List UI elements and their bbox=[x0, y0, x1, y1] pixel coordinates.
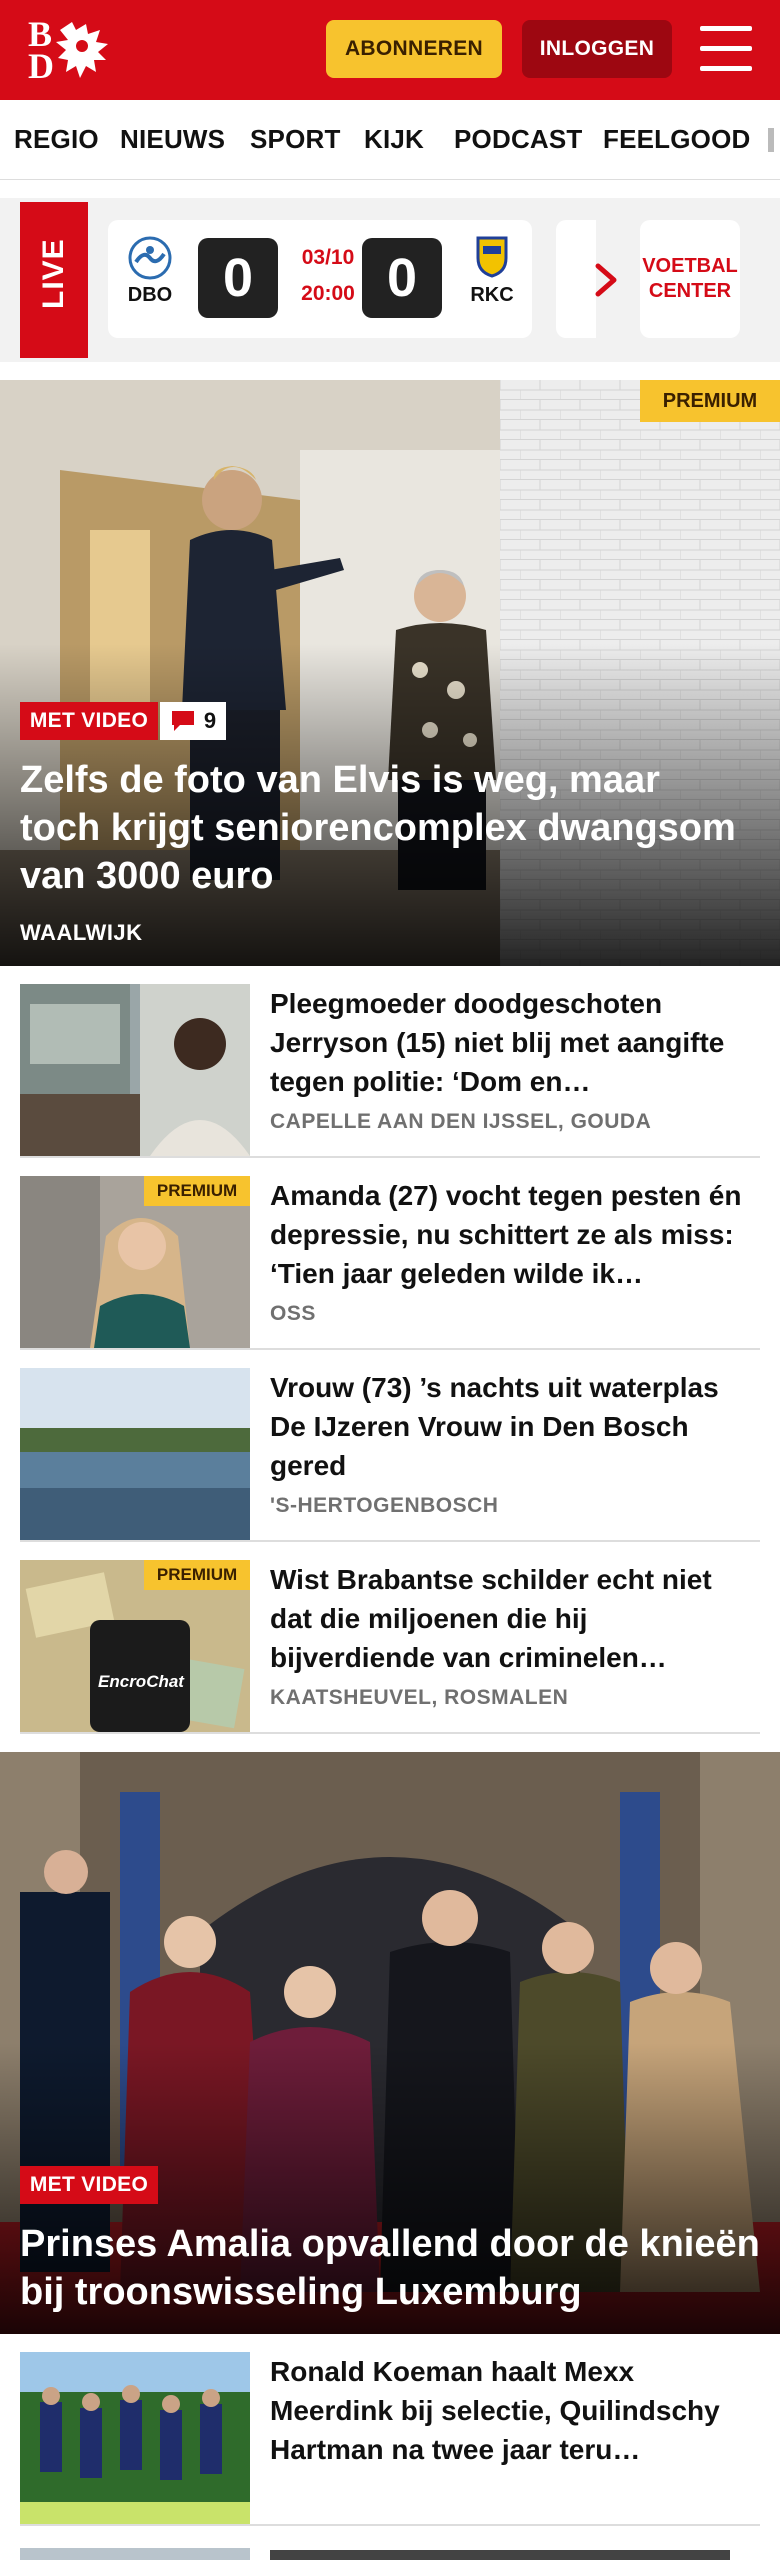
hero-location: WAALWIJK bbox=[20, 920, 143, 945]
match-time: 20:00 bbox=[301, 282, 355, 305]
premium-badge: PREMIUM bbox=[144, 1560, 250, 1590]
voetbal-center-link[interactable]: VOETBAL CENTER bbox=[640, 220, 740, 338]
nav-item-kijk[interactable]: KIJK bbox=[364, 124, 424, 155]
video-badge: MET VIDEO bbox=[20, 702, 158, 740]
logo-letter-d: D bbox=[28, 46, 54, 86]
article-headline[interactable]: Ronald Koeman haalt Mexx Meerdink bij se… bbox=[270, 2352, 760, 2469]
home-score: 0 bbox=[198, 238, 278, 318]
dragon-logo-icon bbox=[56, 22, 108, 78]
live-tag: LIVE bbox=[20, 202, 88, 358]
premium-badge: PREMIUM bbox=[144, 1176, 250, 1206]
list-item[interactable]: PREMIUM Amanda (27) vocht tegen pesten é… bbox=[20, 1158, 760, 1350]
article-headline[interactable]: Amanda (27) vocht tegen pesten én depres… bbox=[270, 1176, 760, 1293]
nav-item-feelgood[interactable]: FEELGOOD bbox=[603, 124, 751, 155]
article-thumbnail bbox=[20, 984, 250, 1156]
hero-article[interactable]: PREMIUM MET VIDEO 9 Zelfs de foto van El… bbox=[0, 380, 780, 966]
article-headline[interactable]: Wist Brabantse schilder echt niet dat di… bbox=[270, 1560, 760, 1677]
article-thumbnail-wrap: PREMIUM bbox=[20, 1176, 250, 1348]
next-article-headline-peek bbox=[270, 2550, 730, 2560]
comment-icon bbox=[171, 711, 194, 731]
subscribe-button[interactable]: ABONNEREN bbox=[326, 20, 502, 78]
match-date: 03/10 bbox=[301, 246, 355, 269]
article-location: OSS bbox=[270, 1302, 316, 1325]
article-headline[interactable]: Vrouw (73) ’s nachts uit waterplas De IJ… bbox=[270, 1368, 760, 1485]
article-headline[interactable]: Pleegmoeder doodgeschoten Jerryson (15) … bbox=[270, 984, 760, 1101]
nav-item-regio[interactable]: REGIO bbox=[14, 124, 99, 155]
article-location: 'S-HERTOGENBOSCH bbox=[270, 1494, 499, 1517]
live-label: LIVE bbox=[37, 238, 70, 309]
chevron-right-icon[interactable] bbox=[592, 260, 620, 300]
match-card[interactable]: DBO 0 03/10 20:00 0 RKC bbox=[108, 220, 532, 338]
away-team-name: RKC bbox=[470, 284, 514, 306]
home-team-name: DBO bbox=[127, 284, 173, 306]
rkc-team-logo-icon bbox=[476, 236, 508, 278]
bd-logo[interactable]: B D bbox=[26, 16, 112, 84]
list-item[interactable]: Vrouw (73) ’s nachts uit waterplas De IJ… bbox=[20, 1350, 760, 1542]
article-location: KAATSHEUVEL, ROSMALEN bbox=[270, 1686, 569, 1709]
live-scores-widget: LIVE DBO 0 03/10 20:00 0 RKC VOETBAL CEN… bbox=[0, 198, 780, 362]
next-match-card[interactable] bbox=[556, 220, 596, 338]
list-item[interactable]: Pleegmoeder doodgeschoten Jerryson (15) … bbox=[20, 966, 760, 1158]
nav-item-podcast[interactable]: PODCAST bbox=[454, 124, 583, 155]
premium-badge: PREMIUM bbox=[640, 380, 780, 422]
away-score: 0 bbox=[362, 238, 442, 318]
hero-headline[interactable]: Prinses Amalia opvallend door de knieën … bbox=[20, 2220, 760, 2316]
voetbal-center-line2: CENTER bbox=[648, 280, 732, 302]
list-item[interactable]: Ronald Koeman haalt Mexx Meerdink bij se… bbox=[20, 2334, 760, 2526]
hero-headline[interactable]: Zelfs de foto van Elvis is weg, maar toc… bbox=[20, 756, 740, 900]
top-header: B D ABONNEREN INLOGGEN bbox=[0, 0, 780, 100]
dbo-team-logo-icon bbox=[128, 236, 172, 280]
menu-icon[interactable] bbox=[700, 26, 752, 72]
comment-count-badge[interactable]: 9 bbox=[160, 702, 226, 740]
comment-count: 9 bbox=[203, 708, 217, 733]
section-nav: REGIO NIEUWS SPORT KIJK PODCAST FEELGOOD bbox=[0, 100, 780, 180]
encrochat-logo-text: EncroChat bbox=[98, 1672, 184, 1691]
list-item[interactable]: EncroChat PREMIUM Wist Brabantse schilde… bbox=[20, 1542, 760, 1734]
next-article-thumbnail-peek bbox=[20, 2548, 250, 2560]
nav-item-nieuws[interactable]: NIEUWS bbox=[120, 124, 225, 155]
hero-article-2[interactable]: MET VIDEO Prinses Amalia opvallend door … bbox=[0, 1752, 780, 2334]
video-badge: MET VIDEO bbox=[20, 2166, 158, 2204]
article-thumbnail bbox=[20, 2352, 250, 2524]
nav-overflow-hint bbox=[768, 128, 774, 152]
nav-item-sport[interactable]: SPORT bbox=[250, 124, 341, 155]
article-thumbnail bbox=[20, 1368, 250, 1540]
article-thumbnail-wrap: EncroChat PREMIUM bbox=[20, 1560, 250, 1732]
login-button[interactable]: INLOGGEN bbox=[522, 20, 672, 78]
article-location: CAPELLE AAN DEN IJSSEL, GOUDA bbox=[270, 1110, 652, 1133]
voetbal-center-line1: VOETBAL bbox=[642, 255, 738, 277]
